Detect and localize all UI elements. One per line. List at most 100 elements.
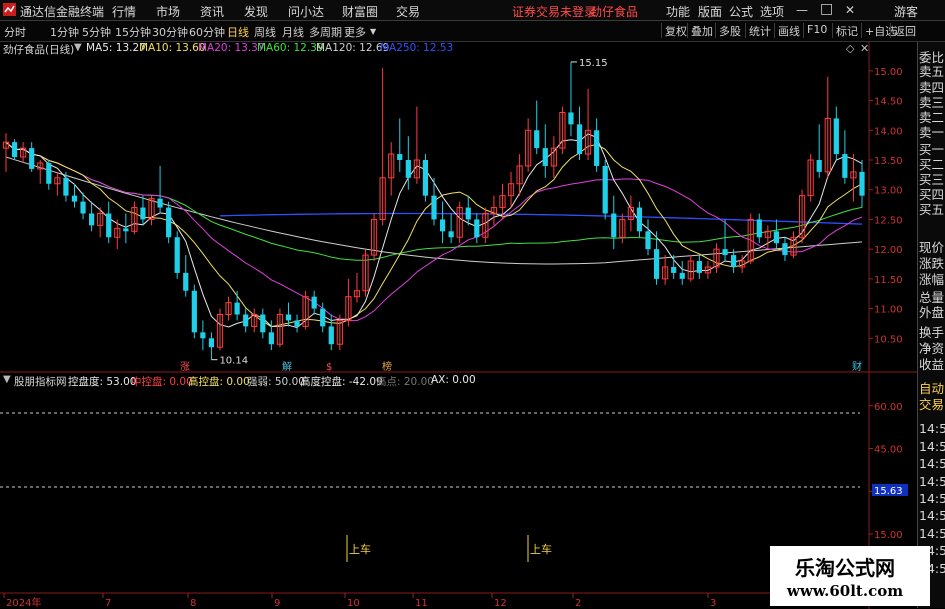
restore-icon[interactable]: □ [820,1,833,17]
sidebar-item-8[interactable]: 买三 [919,172,945,187]
sidebar-item-27[interactable]: 14:56 [919,526,945,541]
btn-back[interactable]: 返回 [890,23,916,38]
period-weekly[interactable]: 周线 [254,24,276,40]
menu-trade[interactable]: 交易 [396,3,420,20]
event-mark-1: 解 [282,360,292,373]
signal-label: 上车 [349,542,371,556]
sidebar-item-2[interactable]: 卖四 [919,80,945,95]
period-monthly[interactable]: 月线 [282,24,304,40]
menu-discover[interactable]: 发现 [244,3,268,20]
btn-mark[interactable]: 标记 [832,23,858,38]
sidebar-item-18[interactable]: 收益 [919,357,945,372]
period-15min[interactable]: 15分钟 [115,24,151,40]
legend-toggle-icon[interactable]: ▼ [74,42,82,53]
menu-news[interactable]: 资讯 [200,3,224,20]
candle-body [320,308,326,327]
sidebar-item-23[interactable]: 14:56 [919,456,945,471]
ind-strength: 强弱: 50.00 [247,376,305,388]
candle-body [89,213,95,226]
price-label: 12.50 [874,215,903,226]
period-daily[interactable]: 日线 [227,24,249,40]
period-more[interactable]: 更多 [344,24,366,40]
candle-body [534,130,540,149]
kline-chart[interactable]: 15.00 14.50 14.00 13.50 13.00 12.50 12.00 11.50… [0,42,917,609]
candle-body [405,160,411,178]
sidebar-item-7[interactable]: 买二 [919,157,945,172]
sidebar-item-14[interactable]: 总量 [919,290,945,305]
minimize-icon[interactable]: — [796,3,808,17]
sidebar-item-3[interactable]: 卖三 [919,95,945,110]
sidebar-item-22[interactable]: 14:56 [919,439,945,454]
sidebar-item-24[interactable]: 14:56 [919,474,945,489]
btn-drawline[interactable]: 画线 [774,23,800,38]
ma5-label: MA5: 13.27 [86,42,146,54]
menu-wealth-circle[interactable]: 财富圈 [342,3,378,20]
period-1min[interactable]: 1分钟 [50,24,79,40]
price-label: 11.00 [874,305,903,316]
price-label: 10.50 [874,334,903,345]
sidebar-item-9[interactable]: 买四 [919,187,945,202]
candle-body [140,207,146,220]
period-60min[interactable]: 60分钟 [189,24,225,40]
ind-mid-control: 中控盘: 0.00 [131,376,193,388]
login-notice[interactable]: 证券交易未登录 [512,3,596,20]
sidebar-item-17[interactable]: 净资 [919,341,945,356]
sidebar-item-21[interactable]: 14:56 [919,421,945,436]
sidebar-item-6[interactable]: 买一 [919,142,945,157]
candle-body [268,332,274,345]
more-chevron-icon[interactable]: ▼ [370,27,376,36]
candle-body [636,207,643,232]
candle-body [816,160,822,172]
sidebar-item-5[interactable]: 卖一 [919,125,945,140]
sidebar-item-25[interactable]: 14:56 [919,491,945,506]
price-axis: 15.00 14.50 14.00 13.50 13.00 12.50 12.00 11.50… [869,67,903,345]
period-5min[interactable]: 5分钟 [82,24,111,40]
candle-body [200,332,206,339]
sidebar-item-10[interactable]: 买五 [919,202,945,217]
candle-body [602,165,608,214]
period-timeshare[interactable]: 分时 [4,24,26,40]
sidebar-item-0[interactable]: 委比 [919,50,945,65]
ind-high-point: 高点: 20.00 [376,376,434,388]
indicator-toggle-icon[interactable]: ▼ [3,374,11,385]
sidebar-item-4[interactable]: 卖二 [919,110,945,125]
btn-statistics[interactable]: 统计 [745,23,771,38]
candle-body [833,118,839,155]
sidebar-item-11[interactable]: 现价 [919,240,945,255]
menu-layout[interactable]: 版面 [698,3,722,20]
buy-signals: 上车 上车 [346,535,552,562]
time-label: 11 [415,598,428,609]
btn-multi-stock[interactable]: 多股 [715,23,741,38]
menu-options[interactable]: 选项 [760,3,784,20]
btn-f10[interactable]: F10 [803,23,827,38]
menu-quotes[interactable]: 行情 [112,3,136,20]
sidebar-item-13[interactable]: 涨幅 [919,272,945,287]
candle-body [157,198,163,208]
btn-overlay[interactable]: 叠加 [687,23,713,38]
chart-settings-icon[interactable]: ◇ [846,42,854,55]
sidebar-item-19[interactable]: 自动 [919,381,945,396]
menu-market[interactable]: 市场 [156,3,180,20]
indicator-label: 60.00 [874,402,903,413]
menu-function[interactable]: 功能 [666,3,690,20]
close-icon[interactable]: ✕ [845,3,855,17]
period-30min[interactable]: 30分钟 [152,24,188,40]
ind-high-control: 高控盘: 0.00 [188,376,250,388]
menu-ask-xiaoda[interactable]: 问小达 [288,3,324,20]
sidebar-item-1[interactable]: 卖五 [919,64,945,79]
menu-formula[interactable]: 公式 [729,3,753,20]
candle-body [731,255,737,267]
close-chart-icon[interactable]: ✕ [860,42,869,55]
guest-label[interactable]: 游客 [894,3,918,20]
sidebar-item-15[interactable]: 外盘 [919,305,945,320]
sidebar-item-12[interactable]: 涨跌 [919,256,945,271]
sidebar-item-20[interactable]: 交易 [919,397,945,412]
candle-body [106,213,112,238]
sidebar-item-16[interactable]: 换手 [919,325,945,340]
time-label: 3 [710,598,716,609]
btn-adjust[interactable]: 复权 [661,23,687,38]
period-multi[interactable]: 多周期 [309,24,342,40]
candle-body [431,195,437,220]
candle-body [773,231,779,244]
sidebar-item-26[interactable]: 14:56 [919,508,945,523]
